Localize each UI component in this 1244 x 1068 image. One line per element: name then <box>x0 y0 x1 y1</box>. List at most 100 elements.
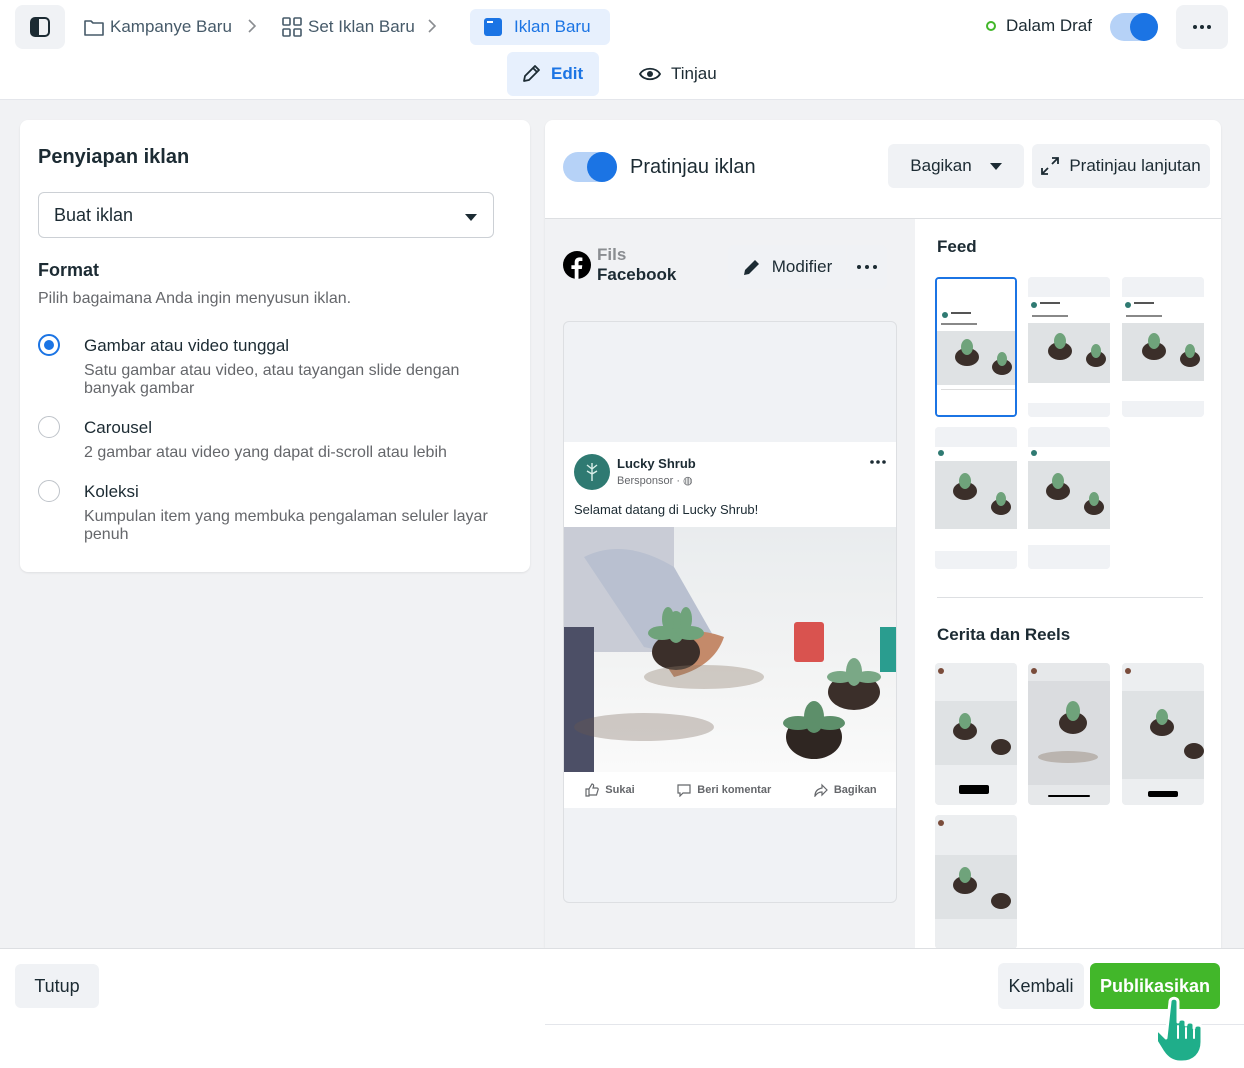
story-thumbnail[interactable] <box>935 815 1017 949</box>
ad-creation-dropdown[interactable]: Buat iklan <box>38 192 494 238</box>
sidebar-toggle-button[interactable] <box>15 5 65 49</box>
format-option-collection[interactable]: Koleksi Kumpulan item yang membuka penga… <box>38 480 508 550</box>
format-title: Format <box>38 260 100 280</box>
breadcrumb-adset-label: Set Iklan Baru <box>308 17 415 36</box>
avatar <box>574 454 610 490</box>
tab-review-label: Tinjau <box>671 64 717 83</box>
comment-action[interactable]: Beri komentar <box>677 783 771 797</box>
feed-thumbnail[interactable] <box>1122 277 1204 417</box>
like-label: Sukai <box>605 784 635 796</box>
placement-more-button[interactable] <box>847 245 887 289</box>
option-description: Kumpulan item yang membuka pengalaman se… <box>84 508 488 543</box>
breadcrumb-ad[interactable]: Iklan Baru <box>470 9 610 45</box>
back-label: Kembali <box>1008 975 1074 996</box>
radio-collection[interactable] <box>38 480 60 502</box>
eye-icon <box>639 67 661 81</box>
option-label: Carousel <box>84 418 153 437</box>
option-label: Gambar atau video tunggal <box>84 336 290 355</box>
hand-cursor-icon <box>1158 996 1204 1064</box>
footer-bar: Tutup Kembali Publikasikan <box>0 948 1244 1068</box>
tab-review[interactable]: Tinjau <box>625 52 731 96</box>
breadcrumb-campaign[interactable]: Kampanye Baru <box>84 14 232 40</box>
story-thumbnail[interactable] <box>1122 663 1204 805</box>
share-label: Bagikan <box>910 156 972 175</box>
tab-edit[interactable]: Edit <box>507 52 599 96</box>
comment-icon <box>677 784 691 797</box>
option-description: Satu gambar atau video, atau tayangan sl… <box>84 362 460 397</box>
stories-reels-heading: Cerita dan Reels <box>937 625 1071 644</box>
advanced-preview-label: Pratinjau lanjutan <box>1069 156 1201 175</box>
placement-label: Fils Facebook <box>563 245 676 285</box>
modify-button[interactable]: Modifier <box>728 245 846 289</box>
modify-label: Modifier <box>771 257 833 276</box>
toggle-knob <box>587 152 617 182</box>
thumbs-up-icon <box>585 783 600 797</box>
format-option-carousel[interactable]: Carousel 2 gambar atau video yang dapat … <box>38 416 508 466</box>
more-dots-icon <box>1193 25 1211 29</box>
post-page-name: Lucky Shrub <box>617 456 696 471</box>
ad-setup-title: Penyiapan iklan <box>38 146 190 168</box>
facebook-icon <box>563 251 591 279</box>
breadcrumb-campaign-label: Kampanye Baru <box>110 17 232 36</box>
phone-preview: Lucky Shrub Bersponsor · ◍ Selamat datan… <box>563 321 897 903</box>
more-options-button[interactable] <box>1176 5 1228 49</box>
option-description: 2 gambar atau video yang dapat di-scroll… <box>84 444 447 461</box>
ad-setup-card: Penyiapan iklan Buat iklan Format Pilih … <box>20 120 530 572</box>
dropdown-value: Buat iklan <box>54 204 134 225</box>
feed-thumbnail[interactable] <box>1028 427 1110 569</box>
advanced-preview-button[interactable]: Pratinjau lanjutan <box>1032 144 1210 188</box>
post-action-bar: Sukai Beri komentar Bagikan <box>564 772 896 808</box>
toggle-knob <box>1130 13 1158 41</box>
comment-label: Beri komentar <box>697 784 772 796</box>
ad-preview-card: Pratinjau iklan Bagikan Pratinjau lanjut… <box>545 120 1221 949</box>
story-thumbnail[interactable] <box>935 663 1017 805</box>
close-label: Tutup <box>34 975 80 996</box>
status-dot <box>986 21 996 31</box>
tab-edit-label: Edit <box>551 64 584 83</box>
back-button[interactable]: Kembali <box>998 963 1084 1009</box>
radio-carousel[interactable] <box>38 416 60 438</box>
feed-thumbnail[interactable] <box>1028 277 1110 417</box>
chevron-right-icon <box>248 19 257 33</box>
close-button[interactable]: Tutup <box>15 964 99 1008</box>
footer-divider <box>545 1024 1244 1025</box>
feed-thumbnail[interactable] <box>935 277 1017 417</box>
preview-toggle[interactable] <box>563 152 617 182</box>
status-indicator: Dalam Draf <box>986 16 1092 36</box>
sponsored-label: Bersponsor <box>617 475 674 487</box>
folder-icon <box>84 20 104 36</box>
radio-single[interactable] <box>38 334 60 356</box>
post-more-icon[interactable] <box>870 460 886 464</box>
format-option-single[interactable]: Gambar atau video tunggal Satu gambar at… <box>38 334 508 404</box>
lucky-shrub-logo-icon <box>586 463 598 481</box>
story-thumbnail[interactable] <box>1028 663 1110 805</box>
caret-down-icon <box>989 162 1002 170</box>
feed-heading: Feed <box>937 237 977 256</box>
pencil-icon <box>523 65 540 82</box>
share-arrow-icon <box>814 783 828 797</box>
sidebar-panel-icon <box>30 17 50 37</box>
more-dots-icon <box>857 265 877 269</box>
placement-line2: Facebook <box>597 265 677 284</box>
main-area: Penyiapan iklan Buat iklan Format Pilih … <box>0 100 1244 949</box>
like-action[interactable]: Sukai <box>585 783 635 797</box>
feed-thumbnail[interactable] <box>935 427 1017 569</box>
section-divider <box>937 597 1203 598</box>
share-label: Bagikan <box>833 784 877 796</box>
chevron-right-icon <box>428 19 437 33</box>
placement-preview-panel: Fils Facebook Modifier Lucky Shrub Bersp… <box>545 218 915 948</box>
share-dropdown-button[interactable]: Bagikan <box>888 144 1024 188</box>
post-text: Selamat datang di Lucky Shrub! <box>574 502 759 517</box>
placement-line1: Fils <box>597 245 627 264</box>
share-action[interactable]: Bagikan <box>814 783 877 797</box>
format-subtitle: Pilih bagaimana Anda ingin menyusun ikla… <box>38 290 352 307</box>
breadcrumb-adset[interactable]: Set Iklan Baru <box>282 14 415 40</box>
publish-label: Publikasikan <box>1099 975 1211 996</box>
grid-icon <box>282 17 302 37</box>
pencil-icon <box>743 260 759 275</box>
post-image <box>564 527 896 772</box>
ad-window-icon <box>484 18 502 36</box>
caret-down-icon <box>465 214 477 221</box>
facebook-post: Lucky Shrub Bersponsor · ◍ Selamat datan… <box>564 442 896 808</box>
status-toggle[interactable] <box>1110 13 1158 41</box>
